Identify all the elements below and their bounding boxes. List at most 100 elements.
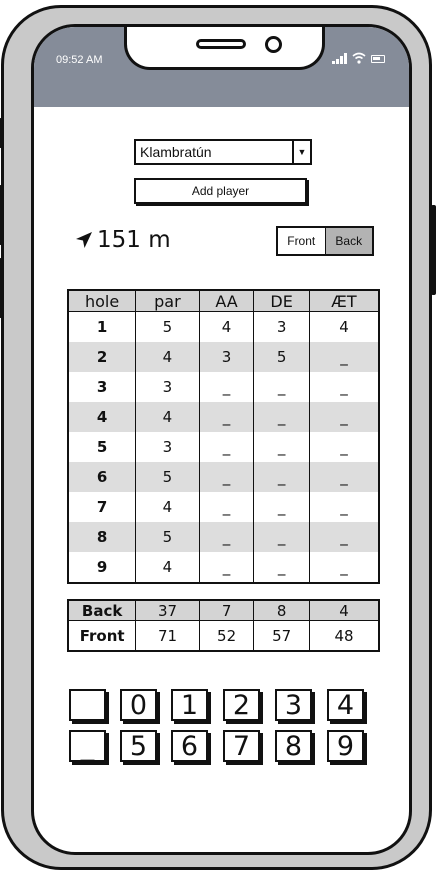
course-select[interactable]: Klambratún ▼ (134, 139, 312, 165)
score-cell[interactable]: 3 (253, 311, 310, 342)
front-nine-button[interactable]: Front (278, 228, 326, 254)
hole-number-cell: 8 (96, 528, 108, 546)
key-1[interactable]: 1 (171, 689, 208, 721)
col-header-player-2[interactable]: DE (253, 290, 310, 312)
score-cell[interactable]: _ (308, 462, 379, 492)
navigation-arrow-icon (76, 232, 92, 248)
totals-cell: 48 (309, 620, 379, 651)
par-cell: 4 (135, 552, 200, 583)
distance-value: 151 m (97, 227, 171, 253)
totals-cell: 7 (198, 600, 254, 621)
totals-table: Back 37 7 8 4 Front 71 52 57 48 (67, 599, 380, 652)
par-cell: 5 (135, 311, 200, 342)
hole-number-cell: 6 (96, 468, 108, 486)
col-header-player-1[interactable]: AA (198, 290, 254, 312)
score-cell[interactable]: _ (253, 402, 310, 432)
scorecard-row: 9 4 _ _ _ (68, 552, 379, 583)
add-player-button[interactable]: Add player (134, 178, 307, 204)
par-cell: 5 (135, 462, 200, 492)
scorecard-row: 3 3 _ _ _ (68, 372, 379, 402)
status-time: 09:52 AM (56, 54, 103, 66)
key-8[interactable]: 8 (275, 730, 312, 762)
col-header-hole: hole (68, 290, 136, 312)
totals-cell: 52 (198, 620, 254, 651)
speaker-icon (196, 39, 246, 49)
par-cell: 4 (135, 342, 200, 372)
scorecard-row: 2 4 3 5 _ (68, 342, 379, 372)
totals-cell: Back (68, 600, 136, 621)
score-cell[interactable]: _ (253, 522, 310, 552)
par-cell: 3 (135, 372, 200, 402)
back-nine-button[interactable]: Back (325, 228, 372, 254)
status-icons (332, 52, 385, 64)
score-cell[interactable]: _ (308, 552, 379, 583)
key-6[interactable]: 6 (171, 730, 208, 762)
battery-icon (371, 55, 385, 63)
dropdown-arrow-icon[interactable]: ▼ (292, 141, 310, 163)
key-9[interactable]: 9 (327, 730, 364, 762)
score-cell[interactable]: _ (198, 402, 254, 432)
col-header-par: par (135, 290, 200, 312)
par-cell: 4 (135, 402, 200, 432)
score-cell[interactable]: _ (308, 522, 379, 552)
score-cell[interactable]: _ (308, 492, 379, 522)
score-cell[interactable]: _ (308, 402, 379, 432)
totals-cell: 57 (253, 620, 310, 651)
hole-number-cell: 3 (96, 378, 108, 396)
score-cell[interactable]: 4 (198, 311, 254, 342)
score-cell[interactable]: _ (253, 372, 310, 402)
scorecard-row: 7 4 _ _ _ (68, 492, 379, 522)
key-3[interactable]: 3 (275, 689, 312, 721)
notch (124, 27, 325, 70)
key-7[interactable]: 7 (223, 730, 260, 762)
key-5[interactable]: 5 (120, 730, 157, 762)
score-cell[interactable]: 3 (198, 342, 254, 372)
score-cell[interactable]: _ (198, 522, 254, 552)
totals-cell: Front (79, 626, 125, 645)
par-cell: 4 (135, 492, 200, 522)
score-cell[interactable]: _ (308, 432, 379, 462)
totals-front-row: Front 71 52 57 48 (68, 620, 379, 651)
hole-number-cell: 5 (96, 438, 108, 456)
scorecard-row: 6 5 _ _ _ (68, 462, 379, 492)
score-cell[interactable]: _ (253, 462, 310, 492)
totals-cell: 8 (253, 600, 310, 621)
totals-cell: 37 (135, 600, 200, 621)
nine-toggle[interactable]: Front Back (276, 226, 374, 256)
cellular-signal-icon (332, 52, 347, 64)
totals-cell: 4 (309, 600, 379, 621)
totals-cell: 71 (135, 620, 200, 651)
key-4[interactable]: 4 (327, 689, 364, 721)
status-bar: 09:52 AM (34, 27, 409, 107)
scorecard-row: 5 3 _ _ _ (68, 432, 379, 462)
key-2[interactable]: 2 (223, 689, 260, 721)
distance-readout: 151 m (74, 227, 171, 253)
score-cell[interactable]: _ (198, 432, 254, 462)
scorecard-table: hole par AA DE ÆT 1 5 4 3 4 2 4 3 5 _ 3 3 _ _ _ 4 4 _ _ _ 5 3… (67, 289, 380, 584)
score-cell[interactable]: _ (308, 372, 379, 402)
score-cell[interactable]: _ (198, 372, 254, 402)
hole-number-cell: 2 (96, 348, 108, 366)
score-cell[interactable]: _ (198, 462, 254, 492)
scorecard-row: 15434 (68, 311, 379, 342)
wifi-icon (352, 52, 366, 64)
scorecard-row: 8 5 _ _ _ (68, 522, 379, 552)
score-cell[interactable]: _ (253, 432, 310, 462)
totals-back-row: Back 37 7 8 4 (68, 600, 379, 621)
col-header-player-3[interactable]: ÆT (308, 290, 379, 312)
score-cell[interactable]: _ (308, 342, 379, 372)
score-cell[interactable]: _ (253, 552, 310, 583)
par-cell: 3 (135, 432, 200, 462)
score-cell[interactable]: _ (198, 552, 254, 583)
hole-number-cell: 4 (96, 408, 108, 426)
score-cell[interactable]: 5 (253, 342, 310, 372)
score-cell[interactable]: _ (253, 492, 310, 522)
key-blank[interactable] (69, 689, 106, 721)
phone-frame: 09:52 AM Klambratún ▼ Add player 151 m F… (1, 5, 432, 870)
score-cell[interactable]: 4 (308, 311, 379, 342)
phone-screen: 09:52 AM Klambratún ▼ Add player 151 m F… (31, 24, 412, 855)
hole-number-cell: 1 (96, 318, 108, 336)
score-cell[interactable]: _ (198, 492, 254, 522)
key-underscore[interactable]: _ (69, 730, 106, 762)
key-0[interactable]: 0 (120, 689, 157, 721)
